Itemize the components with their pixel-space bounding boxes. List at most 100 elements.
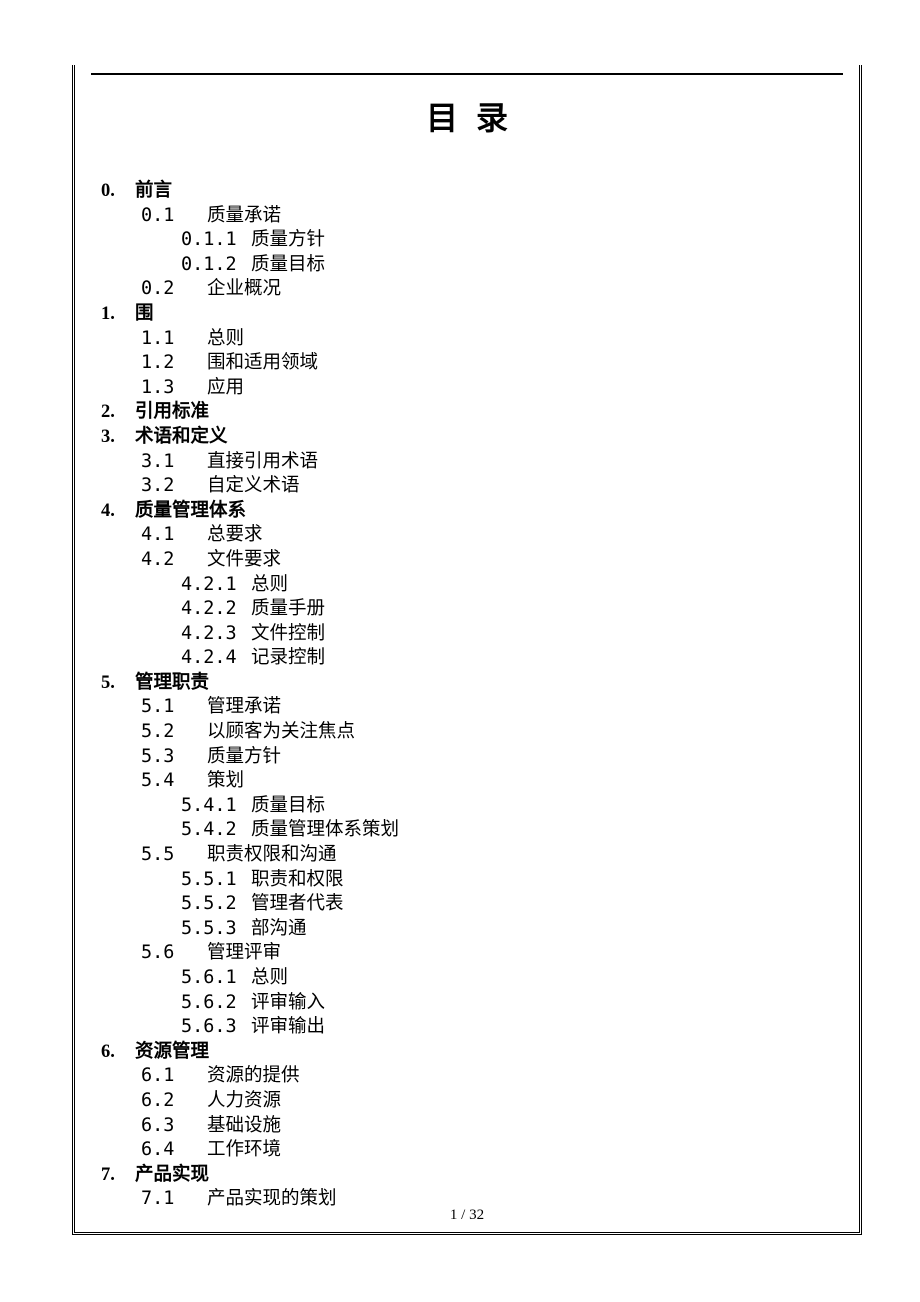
toc-entry-number: 4.2.2: [181, 597, 251, 622]
toc-entry-label: 工作环境: [207, 1140, 281, 1160]
toc-entry-number: 3.: [101, 425, 135, 450]
toc-entry-number: 5.5: [141, 843, 207, 868]
toc-entry: 6.1资源的提供: [91, 1064, 843, 1089]
toc-entry-label: 自定义术语: [207, 476, 300, 496]
toc-entry-number: 5.6: [141, 941, 207, 966]
toc-entry-label: 以顾客为关注焦点: [207, 722, 355, 742]
toc-entry: 7.产品实现: [91, 1163, 843, 1188]
toc-entry-label: 产品实现: [135, 1165, 209, 1185]
toc-entry-number: 7.: [101, 1163, 135, 1188]
toc-entry-label: 围: [135, 304, 154, 324]
toc-entry-number: 1.: [101, 302, 135, 327]
toc-entry-number: 1.2: [141, 351, 207, 376]
toc-entry-label: 质量目标: [251, 255, 325, 275]
toc-entry: 0.1.1质量方针: [91, 228, 843, 253]
toc-entry: 4.2.4记录控制: [91, 646, 843, 671]
toc-entry-number: 0.2: [141, 277, 207, 302]
toc-entry: 5.6.3评审输出: [91, 1015, 843, 1040]
toc-entry-number: 4.: [101, 499, 135, 524]
toc-entry: 5.2以顾客为关注焦点: [91, 720, 843, 745]
toc-entry-label: 职责权限和沟通: [207, 845, 337, 865]
toc-entry-label: 企业概况: [207, 279, 281, 299]
toc-entry-number: 5.1: [141, 695, 207, 720]
toc-entry-label: 记录控制: [251, 648, 325, 668]
toc-entry-label: 质量目标: [251, 796, 325, 816]
toc-entry-label: 部沟通: [251, 919, 307, 939]
toc-entry-label: 文件控制: [251, 624, 325, 644]
toc-entry-number: 5.4.1: [181, 794, 251, 819]
toc-entry: 5.3质量方针: [91, 745, 843, 770]
toc-entry: 3.1直接引用术语: [91, 450, 843, 475]
toc-entry-number: 4.2.3: [181, 622, 251, 647]
toc-entry: 1.2围和适用领域: [91, 351, 843, 376]
toc-entry-number: 5.4: [141, 769, 207, 794]
toc-entry: 5.管理职责: [91, 671, 843, 696]
toc-entry-label: 质量管理体系: [135, 501, 246, 521]
toc-entry-number: 6.2: [141, 1089, 207, 1114]
toc-entry: 0.1质量承诺: [91, 204, 843, 229]
toc-entry-label: 资源的提供: [207, 1066, 300, 1086]
toc-entry-label: 前言: [135, 181, 172, 201]
top-rule: [91, 73, 843, 75]
toc-entry-number: 5.2: [141, 720, 207, 745]
toc-entry-number: 6.4: [141, 1138, 207, 1163]
toc-entry-number: 2.: [101, 400, 135, 425]
toc-entry: 6.资源管理: [91, 1040, 843, 1065]
toc-entry: 5.5.3部沟通: [91, 917, 843, 942]
toc-entry-label: 管理承诺: [207, 697, 281, 717]
toc-entry: 4.2.1总则: [91, 573, 843, 598]
toc-entry-number: 5.3: [141, 745, 207, 770]
toc-entry-label: 职责和权限: [251, 870, 344, 890]
toc-entry-label: 评审输出: [251, 1017, 325, 1037]
toc-entry-number: 0.1.1: [181, 228, 251, 253]
page-footer: 1 / 32: [75, 1207, 859, 1224]
toc-entry-label: 应用: [207, 378, 244, 398]
toc-entry-number: 4.2.4: [181, 646, 251, 671]
toc-entry: 6.3基础设施: [91, 1114, 843, 1139]
toc-entry-number: 0.: [101, 179, 135, 204]
toc-entry-label: 围和适用领域: [207, 353, 318, 373]
toc-entry-number: 5.5.2: [181, 892, 251, 917]
page-frame: 目录 0.前言0.1质量承诺0.1.1质量方针0.1.2质量目标0.2企业概况1…: [72, 65, 862, 1235]
toc-entry-label: 基础设施: [207, 1116, 281, 1136]
toc-entry: 1.1总则: [91, 327, 843, 352]
toc-entry-label: 质量承诺: [207, 206, 281, 226]
toc-entry-number: 6.3: [141, 1114, 207, 1139]
toc-entry: 4.质量管理体系: [91, 499, 843, 524]
toc-entry-number: 5.6.2: [181, 991, 251, 1016]
toc-entry: 5.5.2管理者代表: [91, 892, 843, 917]
toc-entry-label: 总则: [207, 329, 244, 349]
toc-entry-number: 4.2.1: [181, 573, 251, 598]
toc-entry-label: 文件要求: [207, 550, 281, 570]
toc-entry: 5.5.1职责和权限: [91, 868, 843, 893]
toc-entry: 4.2.3文件控制: [91, 622, 843, 647]
toc-entry: 5.6.1总则: [91, 966, 843, 991]
toc-entry: 5.4策划: [91, 769, 843, 794]
toc-entry-number: 1.3: [141, 376, 207, 401]
toc-entry-number: 5.5.3: [181, 917, 251, 942]
toc-entry: 3.2自定义术语: [91, 474, 843, 499]
toc-entry: 5.6.2评审输入: [91, 991, 843, 1016]
toc-entry-number: 5.: [101, 671, 135, 696]
toc-entry-number: 5.6.1: [181, 966, 251, 991]
toc-entry-label: 策划: [207, 771, 244, 791]
toc-entry-label: 总则: [251, 968, 288, 988]
toc-entry: 1.围: [91, 302, 843, 327]
toc-entry: 5.6管理评审: [91, 941, 843, 966]
toc-entry-number: 6.1: [141, 1064, 207, 1089]
toc-entry-number: 5.4.2: [181, 818, 251, 843]
toc-entry-label: 质量方针: [251, 230, 325, 250]
toc-entry-number: 4.1: [141, 523, 207, 548]
toc-entry: 5.4.1质量目标: [91, 794, 843, 819]
toc-entry-label: 管理职责: [135, 673, 209, 693]
toc-entry-label: 人力资源: [207, 1091, 281, 1111]
toc-entry-number: 5.5.1: [181, 868, 251, 893]
toc-entry: 4.1总要求: [91, 523, 843, 548]
toc-entry: 5.4.2质量管理体系策划: [91, 818, 843, 843]
toc-entry-number: 1.1: [141, 327, 207, 352]
toc-entry-label: 质量手册: [251, 599, 325, 619]
toc-entry-label: 资源管理: [135, 1042, 209, 1062]
toc-entry-number: 5.6.3: [181, 1015, 251, 1040]
toc-entry: 3.术语和定义: [91, 425, 843, 450]
toc-entry: 1.3应用: [91, 376, 843, 401]
